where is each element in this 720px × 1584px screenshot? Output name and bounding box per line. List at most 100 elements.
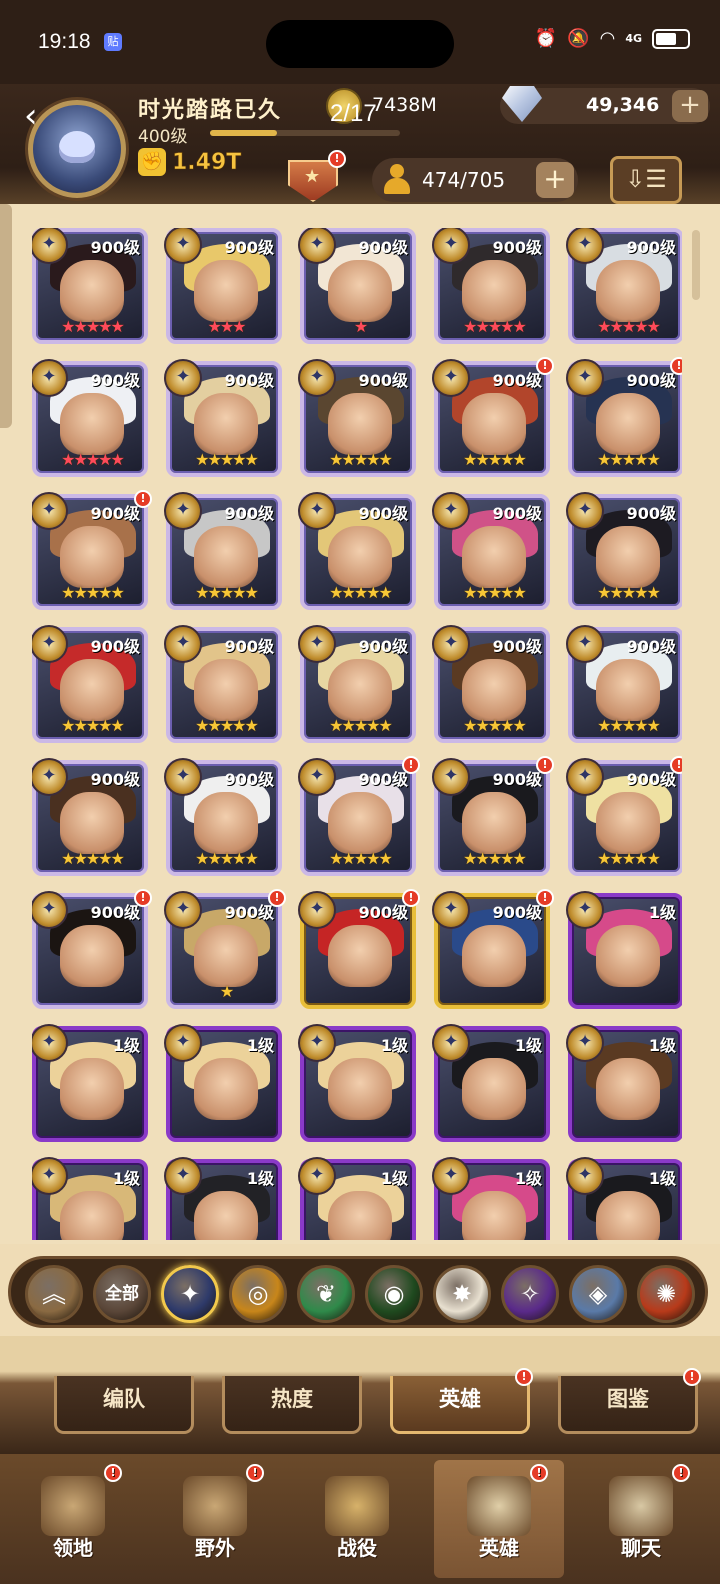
celestial-icon[interactable]: ✸ bbox=[433, 1265, 491, 1323]
notification-dot: ! bbox=[328, 150, 346, 168]
faction-emblem-icon: ✦ bbox=[164, 359, 202, 397]
sort-button[interactable]: ⇩☰ bbox=[610, 156, 682, 204]
scrollbar[interactable] bbox=[692, 230, 700, 300]
collapse-icon[interactable]: ︽ bbox=[25, 1265, 83, 1323]
hero-card[interactable]: ✦ 1级 bbox=[32, 1157, 148, 1240]
tab-3[interactable]: 图鉴! bbox=[558, 1368, 701, 1434]
hero-card[interactable]: ✦ 900级 ★★★★★ bbox=[566, 228, 682, 344]
hero-card[interactable]: ✦ 900级 ★★★ bbox=[164, 228, 282, 344]
hero-level: 900级 bbox=[626, 637, 676, 656]
notification-dot: ! bbox=[402, 756, 420, 774]
hero-card[interactable]: ✦ 900级 ★★★★★ ! bbox=[566, 357, 682, 477]
castle-icon bbox=[41, 1476, 105, 1536]
hero-card[interactable]: ✦ 900级 ! bbox=[432, 889, 554, 1009]
hero-card[interactable]: ✦ 900级 ! bbox=[298, 889, 420, 1009]
hero-card[interactable]: ✦ 900级 ★★★★★ bbox=[432, 228, 550, 344]
hero-card[interactable]: ✦ 900级 ★★★★★ bbox=[432, 625, 550, 743]
hero-card[interactable]: ✦ 900级 ★★★★★ ! bbox=[432, 756, 554, 876]
mauler-icon[interactable]: ◎ bbox=[229, 1265, 287, 1323]
hero-card[interactable]: ✦ 900级 ★★★★★ bbox=[566, 625, 682, 743]
hero-card[interactable]: ✦ 1级 bbox=[566, 891, 682, 1009]
notification-dot: ! bbox=[536, 756, 554, 774]
hero-card[interactable]: ✦ 900级 ★★★★★ bbox=[32, 758, 148, 876]
faction-emblem-icon: ✦ bbox=[566, 359, 604, 397]
hero-card[interactable]: ✦ 900级 ★★★★★ bbox=[298, 625, 416, 743]
nav-campaign-sword[interactable]: 战役 bbox=[292, 1460, 422, 1578]
hero-card[interactable]: ✦ 900级 ★ ! bbox=[164, 889, 286, 1009]
hero-portrait bbox=[328, 260, 392, 322]
player-avatar[interactable] bbox=[28, 100, 126, 198]
hero-card[interactable]: ✦ 1级 bbox=[164, 1024, 282, 1142]
hypogean-icon[interactable]: ✧ bbox=[501, 1265, 559, 1323]
hero-card[interactable]: ✦ 900级 ★★★★★ bbox=[164, 492, 282, 610]
nav-chat-bubble[interactable]: 聊天 ! bbox=[576, 1460, 706, 1578]
hero-card[interactable]: ✦ 900级 ★★★★★ bbox=[164, 758, 282, 876]
back-arrow-icon[interactable]: ‹ bbox=[24, 96, 38, 136]
hero-card[interactable]: ✦ 900级 ★★★★★ bbox=[566, 492, 682, 610]
hero-card[interactable]: ✦ 900级 ★★★★★ bbox=[164, 625, 282, 743]
hero-card[interactable]: ✦ 900级 ★★★★★ bbox=[164, 359, 282, 477]
hero-portrait bbox=[328, 526, 392, 588]
hero-card[interactable]: ✦ 900级 ★ bbox=[298, 228, 416, 344]
hero-card[interactable]: ✦ 1级 bbox=[164, 1157, 282, 1240]
hero-card[interactable]: ✦ 900级 ★★★★★ bbox=[432, 492, 550, 610]
hero-portrait bbox=[328, 1191, 392, 1240]
wilder-icon[interactable]: ❦ bbox=[297, 1265, 355, 1323]
battery-icon bbox=[652, 28, 690, 49]
hero-card[interactable]: ✦ 900级 ★★★★★ ! bbox=[432, 357, 554, 477]
hero-card[interactable]: ✦ 900级 ★★★★★ bbox=[32, 359, 148, 477]
hero-portrait bbox=[596, 393, 660, 455]
hero-card[interactable]: ✦ 900级 ★★★★★ ! bbox=[298, 756, 420, 876]
nav-hero-helmet[interactable]: 英雄 ! bbox=[434, 1460, 564, 1578]
hero-card[interactable]: ✦ 900级 ★★★★★ bbox=[298, 492, 416, 610]
tab-0[interactable]: 编队 bbox=[54, 1376, 194, 1434]
all-faction[interactable]: 全部 bbox=[93, 1265, 151, 1323]
hero-emblem-button[interactable]: ★ ! bbox=[282, 150, 346, 206]
hero-card[interactable]: ✦ 900级 ★★★★★ bbox=[32, 228, 148, 344]
hero-card[interactable]: ✦ 900级 ★★★★★ ! bbox=[32, 490, 152, 610]
hero-portrait bbox=[328, 925, 392, 987]
tab-2[interactable]: 英雄! bbox=[390, 1368, 533, 1434]
notification-dot: ! bbox=[134, 490, 152, 508]
hero-card[interactable]: ✦ 1级 bbox=[566, 1024, 682, 1142]
hero-stars: ★★★★★ bbox=[61, 716, 125, 735]
lightbearer-icon[interactable]: ✦ bbox=[161, 1265, 219, 1323]
hero-level: 900级 bbox=[492, 637, 542, 656]
hero-card[interactable]: ✦ 1级 bbox=[298, 1157, 416, 1240]
hero-card[interactable]: ✦ 1级 bbox=[32, 1024, 148, 1142]
hero-portrait bbox=[462, 659, 526, 721]
hero-level: 1级 bbox=[112, 1169, 140, 1188]
hero-portrait bbox=[60, 1191, 124, 1240]
hero-level: 900级 bbox=[626, 770, 676, 789]
hero-stars: ★★★★★ bbox=[61, 317, 125, 336]
hero-stars: ★★★★★ bbox=[463, 849, 527, 868]
tab-1[interactable]: 热度 bbox=[222, 1376, 362, 1434]
nav-castle[interactable]: 领地 ! bbox=[8, 1460, 138, 1578]
add-gems-button[interactable]: + bbox=[672, 90, 708, 122]
side-tab[interactable] bbox=[0, 204, 12, 428]
hero-portrait bbox=[328, 1058, 392, 1120]
faction-emblem-icon: ✦ bbox=[432, 492, 470, 530]
faction-emblem-icon: ✦ bbox=[432, 359, 470, 397]
hero-card[interactable]: ✦ 1级 bbox=[432, 1024, 550, 1142]
nav-map-scroll[interactable]: 野外 ! bbox=[150, 1460, 280, 1578]
player-name: 时光踏路已久 bbox=[138, 98, 283, 123]
hero-card[interactable]: ✦ 900级 ! bbox=[32, 889, 152, 1009]
hero-stars: ★★★★★ bbox=[329, 849, 393, 868]
campaign-sword-icon bbox=[325, 1476, 389, 1536]
dimensional-icon[interactable]: ◈ bbox=[569, 1265, 627, 1323]
hero-card[interactable]: ✦ 1级 bbox=[566, 1157, 682, 1240]
hero-card[interactable]: ✦ 1级 bbox=[298, 1024, 416, 1142]
hero-card[interactable]: ✦ 1级 bbox=[432, 1157, 550, 1240]
expand-slots-button[interactable]: + bbox=[536, 162, 574, 198]
dragon-icon[interactable]: ✺ bbox=[637, 1265, 695, 1323]
faction-emblem-icon: ✦ bbox=[164, 1024, 202, 1062]
faction-emblem-icon: ✦ bbox=[432, 891, 470, 929]
graveborn-icon[interactable]: ◉ bbox=[365, 1265, 423, 1323]
hero-portrait bbox=[462, 526, 526, 588]
hero-level: 900级 bbox=[358, 770, 408, 789]
hero-card[interactable]: ✦ 900级 ★★★★★ bbox=[298, 359, 416, 477]
hero-card[interactable]: ✦ 900级 ★★★★★ ! bbox=[566, 756, 682, 876]
hero-card[interactable]: ✦ 900级 ★★★★★ bbox=[32, 625, 148, 743]
hero-level: 900级 bbox=[358, 637, 408, 656]
